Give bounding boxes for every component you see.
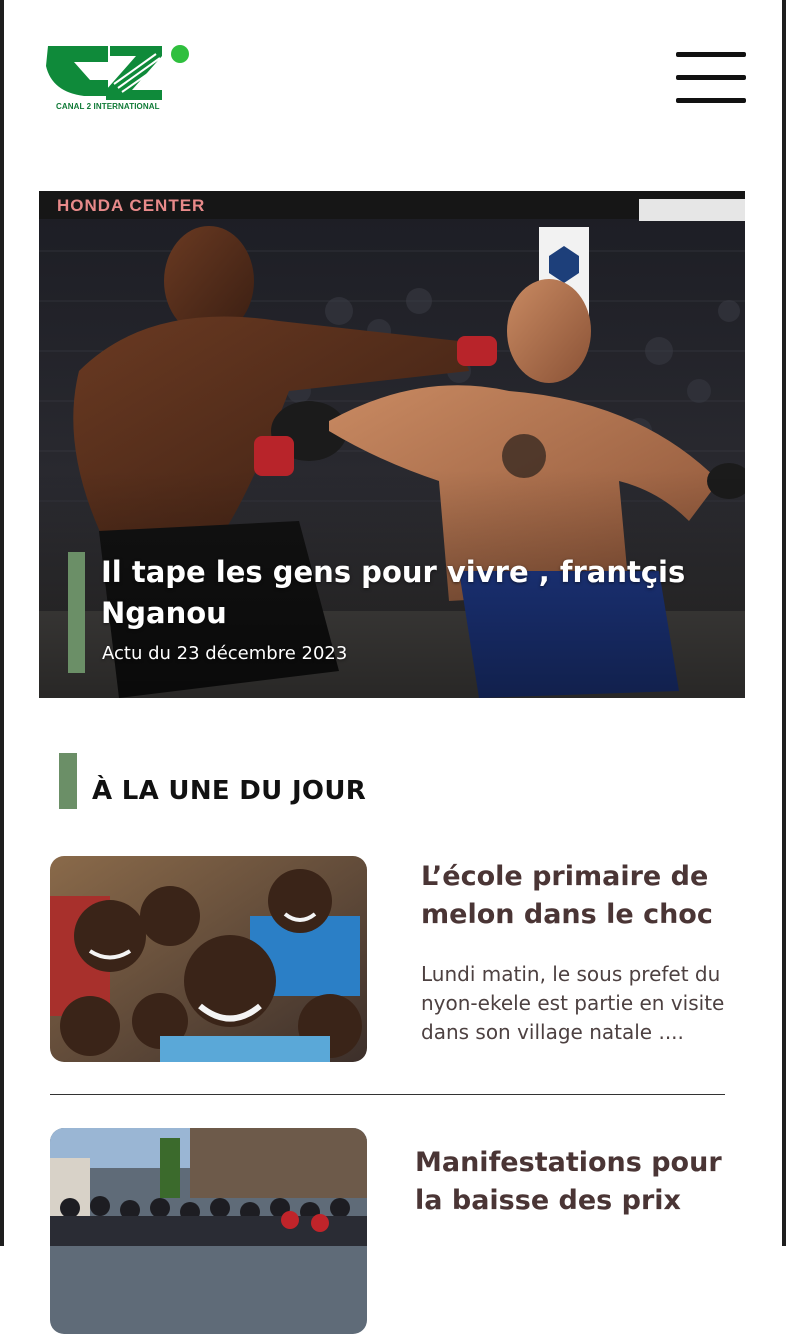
article-title[interactable]: L’école primaire de melon dans le choc	[421, 858, 721, 934]
article-thumbnail[interactable]	[50, 1128, 367, 1334]
menu-line	[676, 52, 746, 57]
canal2-logo[interactable]: CANAL 2 INTERNATIONAL	[44, 42, 194, 114]
children-photo	[50, 856, 367, 1062]
article-thumbnail[interactable]	[50, 856, 367, 1062]
hamburger-menu-icon[interactable]	[676, 52, 746, 106]
hero-date: Actu du 23 décembre 2023	[102, 643, 348, 664]
hero-accent-bar	[68, 552, 85, 673]
article-divider	[50, 1094, 725, 1095]
article-title[interactable]: Manifestations pour la baisse des prix	[415, 1144, 725, 1220]
article-card[interactable]: L’école primaire de melon dans le choc L…	[50, 856, 730, 1066]
article-card[interactable]: Manifestations pour la baisse des prix	[50, 1128, 730, 1334]
hero-article-card[interactable]: HONDA CENTER	[39, 191, 745, 698]
hero-title[interactable]: Il tape les gens pour vivre , frantçis N…	[101, 552, 701, 634]
canal2-logo-mark	[46, 45, 189, 100]
section-accent-bar	[59, 753, 77, 809]
menu-line	[676, 75, 746, 80]
protest-photo	[50, 1128, 367, 1334]
section-title: À LA UNE DU JOUR	[92, 776, 367, 806]
menu-line	[676, 98, 746, 103]
article-description: Lundi matin, le sous prefet du nyon-ekel…	[421, 962, 725, 1044]
logo-caption: CANAL 2 INTERNATIONAL	[56, 102, 160, 111]
phone-frame: CANAL 2 INTERNATIONAL Il tape les gens p…	[0, 0, 786, 1334]
